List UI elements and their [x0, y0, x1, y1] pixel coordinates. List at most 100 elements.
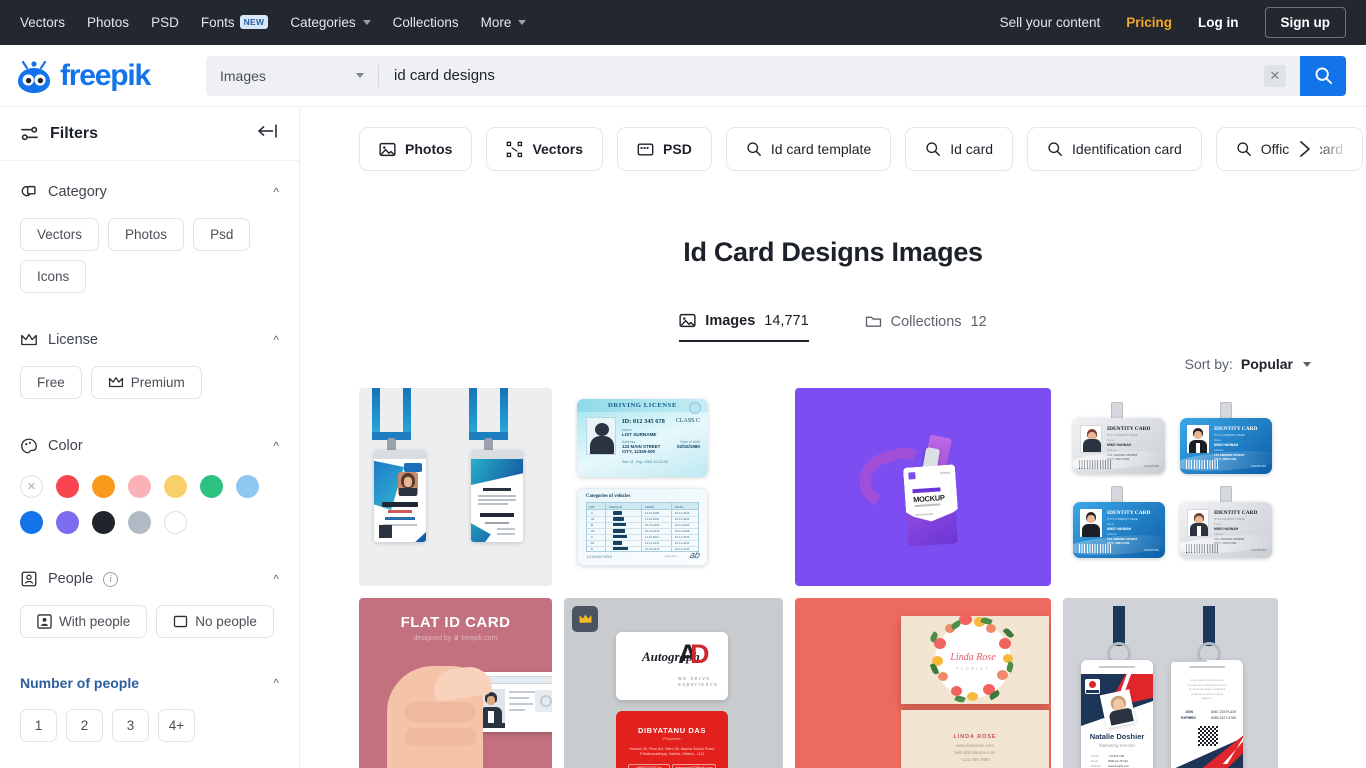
card-artwork: FLAT ID CARD designed by ♛ freepik.com	[359, 598, 552, 768]
chip-identification-card[interactable]: Identification card	[1027, 127, 1202, 171]
result-card-purple-badge-mockup[interactable]: MOCKUP	[795, 388, 1051, 586]
sort-label: Sort by:	[1184, 356, 1233, 372]
filter-group-title: License	[48, 332, 98, 348]
results-grid: FLAT ID CARD designed by ♛ freepik.com D…	[300, 372, 1366, 768]
result-card-identity-card-set[interactable]: IDENTITY CARD IT'S A COMPANY NAME Name M…	[1063, 388, 1278, 586]
pill-label: Vectors	[37, 227, 83, 242]
clear-search-icon[interactable]: ✕	[1264, 64, 1286, 87]
pill-label: 2	[80, 718, 89, 733]
filter-pill-premium[interactable]: Premium	[90, 366, 202, 399]
chip-psd[interactable]: PSD	[617, 127, 712, 171]
filter-group-header[interactable]: License ^	[20, 323, 279, 357]
tab-label: Images	[705, 312, 756, 329]
result-card-anna-roe-id-cards[interactable]	[359, 388, 552, 586]
filter-pill-1[interactable]: 1	[20, 709, 57, 742]
filter-group-header[interactable]: Category ^	[20, 175, 279, 209]
nav-item-psd[interactable]: PSD	[151, 15, 179, 30]
sort-control[interactable]: Sort by: Popular	[300, 342, 1366, 372]
filter-group-header[interactable]: People i ^	[20, 562, 279, 596]
nav-item-label: More	[480, 15, 512, 30]
search-icon	[1315, 67, 1332, 85]
nav-item-vectors[interactable]: Vectors	[20, 15, 65, 30]
vector-nodes-icon	[507, 141, 523, 157]
info-icon[interactable]: i	[103, 571, 119, 587]
result-card-autograph-business-card[interactable]: Autograph A D we serve experience DIBYAT…	[564, 598, 783, 768]
filter-pill-vectors[interactable]: Vectors	[20, 218, 100, 251]
filter-pill-4plus[interactable]: 4+	[158, 709, 195, 742]
filter-group-header[interactable]: Color ^	[20, 429, 279, 463]
sell-your-content-link[interactable]: Sell your content	[1000, 15, 1101, 30]
chip-label: Vectors	[532, 141, 584, 157]
tab-collections[interactable]: Collections 12	[865, 312, 987, 342]
chevron-up-icon: ^	[273, 333, 279, 347]
color-swatch-green[interactable]	[200, 475, 223, 498]
filter-pill-free[interactable]: Free	[20, 366, 82, 399]
nav-item-label: Fonts	[200, 15, 235, 30]
login-link[interactable]: Log in	[1198, 15, 1239, 30]
filter-pill-2[interactable]: 2	[66, 709, 103, 742]
color-swatch-orange[interactable]	[92, 475, 115, 498]
nav-item-collections[interactable]: Collections	[393, 15, 459, 30]
chevron-up-icon: ^	[273, 439, 279, 453]
filter-pill-with-people[interactable]: With people	[20, 605, 148, 638]
page-title: Id Card Designs Images	[683, 237, 983, 267]
color-swatch-black[interactable]	[92, 511, 115, 534]
search-icon	[747, 142, 761, 156]
color-swatch-gray[interactable]	[128, 511, 151, 534]
chip-id-card-template[interactable]: Id card template	[725, 127, 892, 171]
filter-pill-psd[interactable]: Psd	[193, 218, 251, 251]
result-card-linda-rose-floral-card[interactable]: Linda Rose FLORIST LINDA ROSE www.lindar…	[795, 598, 1051, 768]
nav-item-photos[interactable]: Photos	[87, 15, 129, 30]
color-swatch-no-color[interactable]: ✕	[20, 475, 43, 498]
filter-pill-no-people[interactable]: No people	[156, 605, 274, 638]
people-pills: With people No people	[20, 605, 279, 638]
color-swatch-purple[interactable]	[56, 511, 79, 534]
filter-pill-photos[interactable]: Photos	[108, 218, 185, 251]
palette-icon	[21, 438, 37, 454]
nav-item-label: Categories	[290, 15, 356, 30]
chip-photos[interactable]: Photos	[359, 127, 473, 171]
filters-title: Filters	[50, 124, 99, 142]
color-swatch-blue[interactable]	[20, 511, 43, 534]
search-icon	[926, 142, 941, 156]
result-card-driving-license-template[interactable]: DRIVING LICENSE ID: 012 345 678 CLASS C …	[564, 388, 783, 586]
color-swatch-light-blue[interactable]	[236, 475, 259, 498]
collapse-sidebar-icon[interactable]	[257, 123, 279, 144]
search-category-dropdown[interactable]: Images	[206, 55, 378, 96]
nav-item-label: Photos	[87, 15, 130, 30]
filter-pill-3[interactable]: 3	[112, 709, 149, 742]
color-swatch-white[interactable]	[164, 511, 187, 534]
nav-item-label: PSD	[151, 15, 179, 30]
search-bar: Images ✕	[206, 55, 1346, 96]
nav-item-fonts[interactable]: Fonts NEW	[200, 14, 269, 30]
color-swatch-red[interactable]	[56, 475, 79, 498]
result-card-flat-id-card-hand[interactable]: FLAT ID CARD designed by ♛ freepik.com	[359, 598, 552, 768]
search-category-value: Images	[220, 67, 266, 84]
chevron-right-icon	[1300, 141, 1310, 157]
card-artwork: Linda Rose FLORIST LINDA ROSE www.lindar…	[795, 598, 1051, 768]
chevron-down-icon	[518, 20, 527, 25]
result-card-natalie-doshier-id-cards[interactable]: Natalie Doshier Marketing Director Phone…	[1063, 598, 1278, 768]
pill-label: Free	[37, 375, 65, 390]
color-swatch-yellow[interactable]	[164, 475, 187, 498]
chip-id-card[interactable]: Id card	[905, 127, 1014, 171]
pricing-link[interactable]: Pricing	[1126, 15, 1172, 30]
chip-vectors[interactable]: Vectors	[486, 127, 604, 171]
signup-button[interactable]: Sign up	[1264, 7, 1346, 38]
top-navigation-bar: Vectors Photos PSD Fonts NEW Categories …	[0, 0, 1366, 45]
filter-pill-icons[interactable]: Icons	[20, 260, 87, 293]
tab-label: Collections	[890, 313, 962, 330]
filter-group-people: People i ^ With people No people	[0, 534, 299, 638]
filter-group-header[interactable]: Number of people ^	[20, 666, 279, 700]
pill-label: 1	[34, 718, 43, 733]
folder-icon	[865, 316, 881, 327]
search-submit-button[interactable]	[1300, 55, 1346, 96]
color-swatch-pink[interactable]	[128, 475, 151, 498]
nav-item-categories[interactable]: Categories	[290, 15, 371, 30]
search-input[interactable]	[379, 55, 1264, 96]
tab-images[interactable]: Images 14,771	[679, 312, 809, 342]
chips-next-button[interactable]	[1290, 134, 1320, 164]
freepik-logo[interactable]: freepik	[14, 57, 194, 95]
nav-item-more[interactable]: More	[481, 15, 527, 30]
filter-group-license: License ^ Free Premium	[0, 293, 299, 399]
